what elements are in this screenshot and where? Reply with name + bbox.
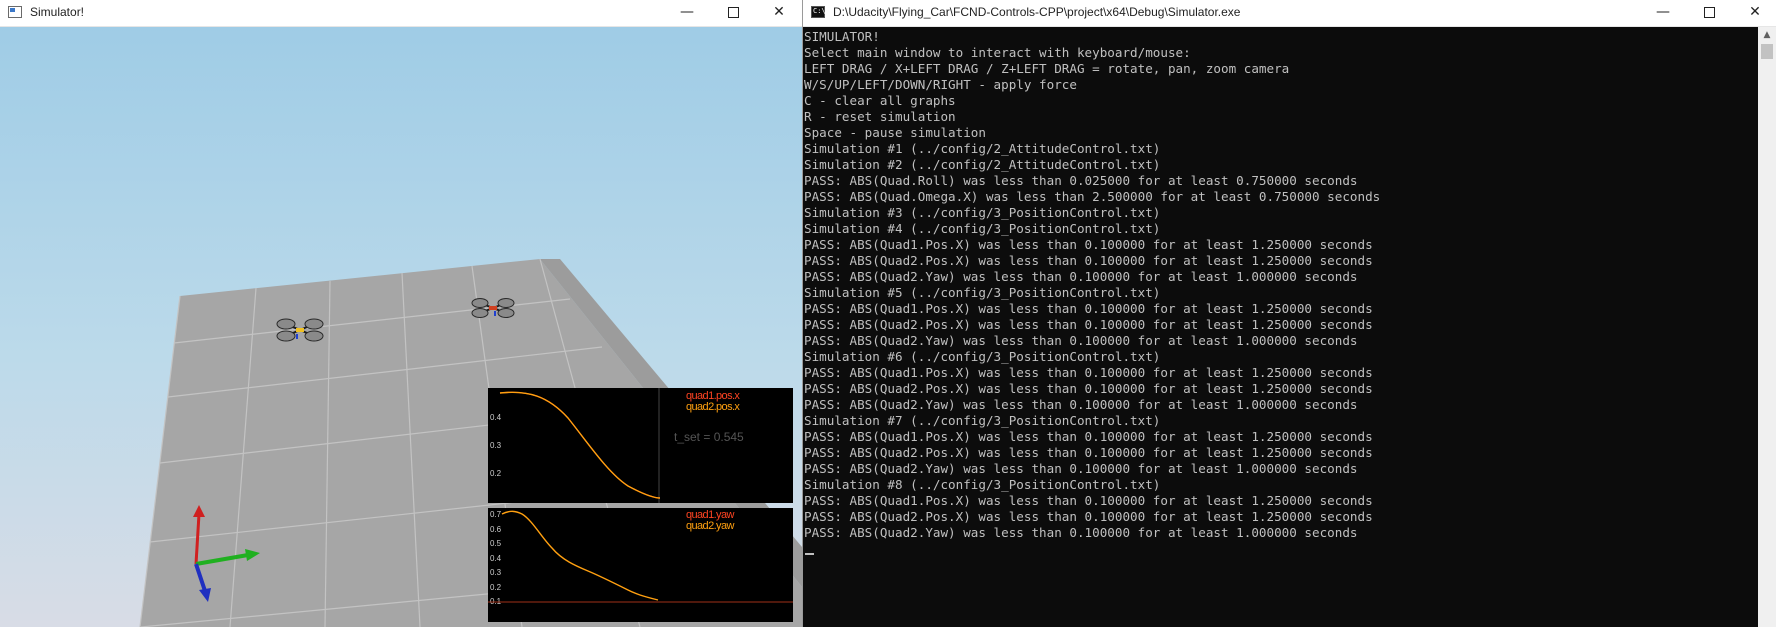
console-line: Space - pause simulation	[804, 125, 986, 140]
ytick-3: 0.4	[490, 554, 502, 563]
console-line: Simulation #4 (../config/3_PositionContr…	[804, 221, 1161, 236]
console-line: Simulation #3 (../config/3_PositionContr…	[804, 205, 1161, 220]
maximize-button[interactable]	[1686, 0, 1732, 26]
console-window-title: D:\Udacity\Flying_Car\FCND-Controls-CPP\…	[833, 5, 1241, 19]
console-line: Simulation #5 (../config/3_PositionContr…	[804, 285, 1161, 300]
plot-position-x-legend: quad1.pos.x quad2.pos.x	[686, 391, 740, 413]
console-line: PASS: ABS(Quad1.Pos.X) was less than 0.1…	[804, 493, 1373, 508]
console-titlebar[interactable]: D:\Udacity\Flying_Car\FCND-Controls-CPP\…	[803, 0, 1776, 27]
console-line: PASS: ABS(Quad2.Yaw) was less than 0.100…	[804, 397, 1358, 412]
t-set-annotation: t_set = 0.545	[674, 430, 744, 444]
console-line: C - clear all graphs	[804, 93, 956, 108]
console-line: R - reset simulation	[804, 109, 956, 124]
maximize-icon	[727, 6, 739, 18]
plot-yaw-canvas: 0.7 0.6 0.5 0.4 0.3 0.2 0.1	[488, 510, 793, 606]
series-quad2-yaw	[501, 510, 659, 601]
plot-yaw[interactable]: 0.7 0.6 0.5 0.4 0.3 0.2 0.1 quad1.yaw qu…	[488, 508, 793, 622]
app-window-icon	[8, 6, 22, 18]
scroll-up-arrow-icon[interactable]: ▲	[1758, 27, 1776, 43]
series-quad1-pos-x	[499, 391, 661, 499]
simulator-window[interactable]: Simulator! — ✕ 0.4 0.3 0.2 t_set = 0.545…	[0, 0, 803, 627]
ytick-2: 0.2	[490, 469, 502, 478]
console-line: Simulation #1 (../config/2_AttitudeContr…	[804, 141, 1161, 156]
console-line: PASS: ABS(Quad.Roll) was less than 0.025…	[804, 173, 1358, 188]
ytick-1: 0.6	[490, 525, 502, 534]
console-line: PASS: ABS(Quad2.Pos.X) was less than 0.1…	[804, 381, 1373, 396]
simulator-window-title: Simulator!	[30, 5, 85, 19]
console-line: W/S/UP/LEFT/DOWN/RIGHT - apply force	[804, 77, 1077, 92]
series-quad2-pos-x	[499, 391, 661, 499]
console-line: Simulation #2 (../config/2_AttitudeContr…	[804, 157, 1161, 172]
console-line: LEFT DRAG / X+LEFT DRAG / Z+LEFT DRAG = …	[804, 61, 1290, 76]
legend-quad2-yaw: quad2.yaw	[686, 520, 734, 532]
ytick-5: 0.2	[490, 583, 502, 592]
maximize-icon	[1703, 6, 1715, 18]
ytick-2: 0.5	[490, 539, 502, 548]
ytick-1: 0.3	[490, 441, 502, 450]
console-line: PASS: ABS(Quad2.Yaw) was less than 0.100…	[804, 461, 1358, 476]
console-line: PASS: ABS(Quad.Omega.X) was less than 2.…	[804, 189, 1381, 204]
console-line: Simulation #8 (../config/3_PositionContr…	[804, 477, 1161, 492]
console-line: Simulation #7 (../config/3_PositionContr…	[804, 413, 1161, 428]
maximize-button[interactable]	[710, 0, 756, 26]
minimize-button[interactable]: —	[1640, 0, 1686, 26]
console-line: Simulation #6 (../config/3_PositionContr…	[804, 349, 1161, 364]
console-line: Select main window to interact with keyb…	[804, 45, 1191, 60]
ytick-0: 0.7	[490, 510, 502, 519]
plot-position-x-canvas: 0.4 0.3 0.2 t_set = 0.545	[490, 388, 744, 503]
console-line: PASS: ABS(Quad2.Yaw) was less than 0.100…	[804, 525, 1358, 540]
close-button[interactable]: ✕	[756, 0, 802, 26]
console-line: PASS: ABS(Quad1.Pos.X) was less than 0.1…	[804, 301, 1373, 316]
console-window[interactable]: D:\Udacity\Flying_Car\FCND-Controls-CPP\…	[803, 0, 1776, 627]
console-cursor	[805, 553, 814, 555]
vertical-scrollbar[interactable]: ▲	[1758, 27, 1776, 627]
minimize-button[interactable]: —	[664, 0, 710, 26]
console-output[interactable]: SIMULATOR! Select main window to interact…	[803, 27, 1758, 627]
plot-yaw-legend: quad1.yaw quad2.yaw	[686, 510, 734, 532]
ytick-4: 0.3	[490, 568, 502, 577]
console-line: SIMULATOR!	[804, 29, 880, 44]
close-button[interactable]: ✕	[1732, 0, 1776, 26]
scroll-thumb[interactable]	[1761, 44, 1773, 59]
console-line: PASS: ABS(Quad2.Pos.X) was less than 0.1…	[804, 317, 1373, 332]
plot-position-x[interactable]: 0.4 0.3 0.2 t_set = 0.545 quad1.pos.x qu…	[488, 388, 793, 503]
console-line: PASS: ABS(Quad1.Pos.X) was less than 0.1…	[804, 237, 1373, 252]
simulator-titlebar[interactable]: Simulator! — ✕	[0, 0, 802, 27]
console-line: PASS: ABS(Quad1.Pos.X) was less than 0.1…	[804, 429, 1373, 444]
console-line: PASS: ABS(Quad2.Pos.X) was less than 0.1…	[804, 445, 1373, 460]
console-line: PASS: ABS(Quad2.Yaw) was less than 0.100…	[804, 333, 1358, 348]
console-line: PASS: ABS(Quad1.Pos.X) was less than 0.1…	[804, 365, 1373, 380]
console-text: SIMULATOR! Select main window to interact…	[804, 29, 1380, 555]
console-line: PASS: ABS(Quad2.Yaw) was less than 0.100…	[804, 269, 1358, 284]
ytick-0: 0.4	[490, 413, 502, 422]
legend-quad2-pos-x: quad2.pos.x	[686, 401, 740, 413]
console-app-icon	[811, 6, 826, 18]
console-line: PASS: ABS(Quad2.Pos.X) was less than 0.1…	[804, 253, 1373, 268]
console-line: PASS: ABS(Quad2.Pos.X) was less than 0.1…	[804, 509, 1373, 524]
